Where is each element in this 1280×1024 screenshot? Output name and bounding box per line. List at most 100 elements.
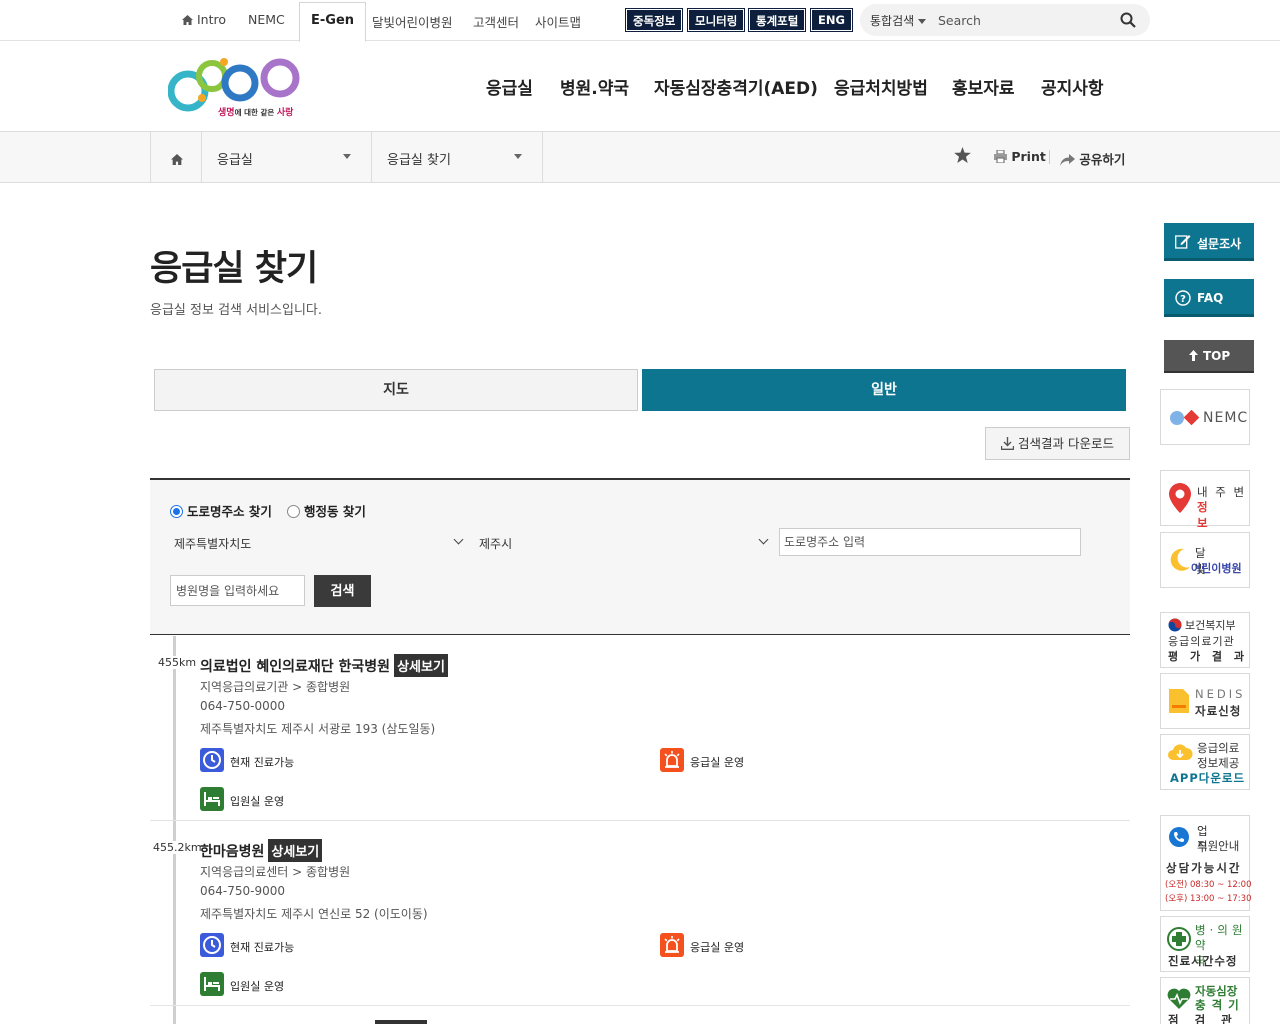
stats-portal-button[interactable]: 통계포털 — [747, 8, 807, 32]
siren-icon — [660, 933, 684, 957]
moonlight-banner[interactable]: 달 빛 어린이병원 — [1160, 532, 1250, 588]
heartbeat-icon — [1167, 988, 1191, 1013]
radio-road-label: 도로명주소 찾기 — [187, 504, 272, 519]
bed-icon — [200, 787, 224, 811]
download-results-button[interactable]: 검색결과 다운로드 — [985, 427, 1130, 460]
nemc-banner[interactable]: NEMC — [1160, 389, 1250, 445]
phone-chat-icon — [1168, 826, 1190, 851]
nemc-link[interactable]: NEMC — [248, 12, 285, 27]
nemc-label: NEMC — [1203, 410, 1249, 426]
app-line1: 응급의료 — [1197, 741, 1240, 755]
top-button[interactable]: TOP — [1164, 340, 1254, 373]
city-select[interactable]: 제주시 — [475, 528, 775, 556]
breadcrumb-level2-select[interactable]: 응급실 찾기 — [372, 132, 543, 182]
detail-view-button[interactable]: 상세보기 — [394, 654, 448, 677]
hospital-name-input[interactable] — [170, 575, 305, 606]
egen-logo[interactable]: 생명에 대한 같은 사랑 — [167, 56, 304, 122]
result-phone: 064-750-9000 — [200, 884, 286, 898]
eng-button[interactable]: ENG — [810, 8, 853, 32]
tab-general[interactable]: 일반 — [642, 369, 1126, 411]
nedis-line1: NEDIS — [1195, 687, 1246, 701]
poison-info-button[interactable]: 중독정보 — [624, 8, 684, 32]
download-label: 검색결과 다운로드 — [1018, 436, 1114, 451]
breadcrumb-home-button[interactable] — [150, 132, 202, 182]
result-category: 지역응급의료센터 > 종합병원 — [200, 865, 351, 879]
breadcrumb-level1-label: 응급실 — [217, 153, 253, 168]
survey-button[interactable]: 설문조사 — [1164, 223, 1254, 261]
nedis-banner[interactable]: NEDIS 자료신청 — [1160, 673, 1250, 729]
staff-hours-pm: (오후) 13:00 ~ 17:30 — [1165, 894, 1252, 904]
share-label: 공유하기 — [1079, 152, 1126, 167]
customer-center-link[interactable]: 고객센터 — [473, 12, 519, 31]
egen-tab[interactable]: E-Gen — [299, 2, 367, 42]
detail-view-button[interactable]: 상세보기 — [268, 839, 323, 862]
aed-check-banner[interactable]: 자동심장 충격기 점검관리 — [1160, 977, 1250, 1024]
intro-link[interactable]: Intro — [182, 12, 226, 27]
nedis-line2: 자료신청 — [1195, 704, 1242, 718]
monitoring-button[interactable]: 모니터링 — [686, 8, 746, 32]
clinic-line3: 진료시간수정 — [1168, 954, 1238, 968]
search-button[interactable]: 검색 — [314, 575, 371, 607]
staff-hours-am: (오전) 08:30 ~ 12:00 — [1165, 880, 1252, 890]
nav-aed[interactable]: 자동심장충격기(AED) — [654, 74, 818, 99]
chevron-down-icon — [758, 534, 769, 545]
bed-icon — [200, 972, 224, 996]
caret-down-icon — [514, 154, 522, 159]
search-scope-select[interactable]: 통합검색 — [870, 12, 927, 29]
print-button[interactable]: Print — [994, 149, 1046, 166]
radio-admin-label: 행정동 찾기 — [304, 504, 366, 519]
radio-selected-icon — [170, 505, 183, 518]
caret-down-icon — [343, 154, 351, 159]
radio-admin-dong[interactable]: 행정동 찾기 — [287, 501, 366, 520]
staff-line2: 직원안내 — [1197, 839, 1240, 853]
app-line2: 정보제공 — [1197, 756, 1240, 770]
nav-hospital-pharmacy[interactable]: 병원.약국 — [560, 74, 629, 99]
nav-notice[interactable]: 공지사항 — [1041, 74, 1104, 99]
page-description: 응급실 정보 검색 서비스입니다. — [150, 303, 323, 318]
star-icon[interactable] — [954, 147, 971, 167]
download-icon — [1000, 430, 1015, 461]
cloud-download-icon — [1167, 743, 1193, 764]
result-category: 지역응급의료기관 > 종합병원 — [200, 680, 351, 694]
result-address: 제주특별자치도 제주시 연신로 52 (이도이동) — [200, 907, 428, 921]
province-select[interactable]: 제주특별자치도 — [170, 528, 470, 556]
result-distance: 455km — [158, 656, 197, 669]
edit-icon — [1175, 234, 1191, 252]
global-search: 통합검색 — [860, 4, 1150, 36]
result-item: 455km 의료법인 혜인의료재단 한국병원 상세보기 지역응급의료기관 > 종합… — [150, 636, 1130, 821]
result-hospital-name: 한마음병원 상세보기 — [200, 839, 323, 862]
road-address-input[interactable] — [779, 528, 1081, 556]
search-icon[interactable] — [1120, 12, 1136, 28]
staff-guide-banner[interactable]: 업 무 직원안내 상담가능시간 (오전) 08:30 ~ 12:00 (오후) … — [1160, 815, 1252, 911]
print-label: Print — [1011, 149, 1046, 164]
nav-emergency-room[interactable]: 응급실 — [486, 74, 533, 99]
nemc-logo-icon — [1169, 409, 1203, 429]
nav-promotion[interactable]: 홍보자료 — [952, 74, 1015, 99]
logo-tagline: 생명에 대한 같은 사랑 — [218, 108, 294, 118]
nearby-line2: 정 보 — [1197, 500, 1226, 530]
hospital-name-text[interactable]: 한마음병원 — [200, 844, 264, 860]
breadcrumb-level1-select[interactable]: 응급실 — [202, 132, 372, 182]
ministry-eval-banner[interactable]: 보건복지부 응급의료기관 평 가 결 과 — [1160, 612, 1250, 668]
result-distance: 455.2km — [153, 841, 202, 854]
clinic-hours-banner[interactable]: 병·의원 약 국 진료시간수정 — [1160, 916, 1250, 972]
search-panel: 도로명주소 찾기 행정동 찾기 제주특별자치도 제주시 검색 — [150, 478, 1130, 635]
chevron-down-icon — [453, 534, 464, 545]
home-icon — [171, 150, 183, 169]
hospital-name-text[interactable]: 의료법인 혜인의료재단 한국병원 — [200, 659, 390, 675]
share-button[interactable]: 공유하기 — [1060, 149, 1125, 169]
nav-first-aid[interactable]: 응급처치방법 — [834, 74, 928, 99]
app-download-banner[interactable]: 응급의료 정보제공 APP다운로드 — [1160, 734, 1250, 790]
radio-road-address[interactable]: 도로명주소 찾기 — [170, 501, 272, 520]
tab-map[interactable]: 지도 — [154, 369, 638, 411]
search-input[interactable] — [938, 10, 1108, 30]
ministry-line2: 응급의료기관 — [1168, 635, 1235, 648]
nearby-line1: 내 주 변 — [1197, 485, 1247, 499]
status-ward-label: 입원실 운영 — [230, 795, 285, 808]
sitemap-link[interactable]: 사이트맵 — [535, 12, 581, 31]
moon-icon — [1168, 547, 1192, 576]
faq-button[interactable]: ? FAQ — [1164, 279, 1254, 317]
page-title: 응급실 찾기 — [150, 249, 318, 289]
moonlight-hospital-link[interactable]: 달빛어린이병원 — [372, 12, 453, 31]
nearby-info-banner[interactable]: 내 주 변 정 보 — [1160, 470, 1250, 530]
